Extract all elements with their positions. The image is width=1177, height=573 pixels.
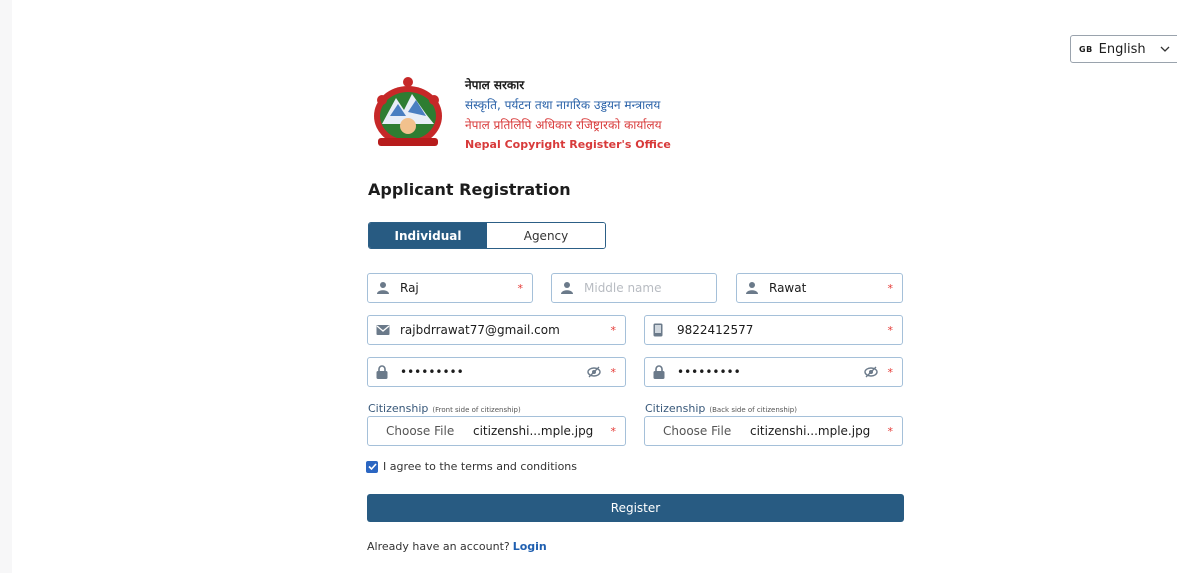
header-line-ministry: संस्कृति, पर्यटन तथा नागरिक उड्डयन मन्त्… xyxy=(465,98,661,112)
user-icon xyxy=(560,281,574,295)
header-line-government: नेपाल सरकार xyxy=(465,78,525,92)
applicant-type-tabs: Individual Agency xyxy=(368,222,606,249)
citizenship-back-label: Citizenship (Back side of citizenship) xyxy=(645,402,797,415)
check-icon xyxy=(367,463,377,471)
tab-individual[interactable]: Individual xyxy=(369,223,487,248)
login-prompt-text: Already have an account? xyxy=(367,540,510,553)
email-field[interactable]: rajbdrrawat77@gmail.com * xyxy=(367,315,626,345)
language-label: English xyxy=(1098,41,1146,57)
required-marker: * xyxy=(887,323,894,337)
required-marker: * xyxy=(887,365,894,379)
middle-name-field[interactable]: Middle name xyxy=(551,273,717,303)
phone-icon xyxy=(653,323,667,337)
selected-file-name: citizenshi...mple.jpg xyxy=(473,424,594,438)
terms-checkbox[interactable] xyxy=(366,460,378,473)
nepal-emblem-logo xyxy=(374,77,442,146)
login-prompt: Already have an account? Login xyxy=(367,540,547,553)
citizenship-back-file-input[interactable]: Choose File citizenshi...mple.jpg * xyxy=(644,416,903,446)
required-marker: * xyxy=(887,424,894,438)
terms-agreement[interactable]: I agree to the terms and conditions xyxy=(366,460,577,473)
header-line-office-nepali: नेपाल प्रतिलिपि अधिकार रजिष्ट्रारको कार्… xyxy=(465,118,662,132)
login-link[interactable]: Login xyxy=(513,540,547,553)
register-button[interactable]: Register xyxy=(367,494,904,522)
citizenship-back-label-text: Citizenship xyxy=(645,402,706,415)
choose-file-button[interactable]: Choose File xyxy=(645,424,750,438)
required-marker: * xyxy=(610,365,617,379)
user-icon xyxy=(376,281,390,295)
confirm-password-value: ••••••••• xyxy=(677,365,741,379)
citizenship-front-sublabel: (Front side of citizenship) xyxy=(432,406,521,414)
chevron-down-icon xyxy=(1160,46,1170,52)
required-marker: * xyxy=(887,281,894,295)
email-value: rajbdrrawat77@gmail.com xyxy=(400,323,560,337)
language-selector[interactable]: GB English xyxy=(1070,35,1177,63)
eye-slash-icon[interactable] xyxy=(586,365,601,379)
lock-icon xyxy=(376,365,390,379)
citizenship-back-sublabel: (Back side of citizenship) xyxy=(709,406,797,414)
eye-slash-icon[interactable] xyxy=(863,365,878,379)
last-name-field[interactable]: Rawat * xyxy=(736,273,903,303)
middle-name-placeholder: Middle name xyxy=(584,281,662,295)
password-value: ••••••••• xyxy=(400,365,464,379)
choose-file-button[interactable]: Choose File xyxy=(368,424,473,438)
lock-icon xyxy=(653,365,667,379)
phone-field[interactable]: 9822412577 * xyxy=(644,315,903,345)
tab-agency[interactable]: Agency xyxy=(487,223,605,248)
flag-icon: GB xyxy=(1079,44,1093,54)
terms-label: I agree to the terms and conditions xyxy=(383,460,577,473)
citizenship-front-label-text: Citizenship xyxy=(368,402,429,415)
selected-file-name: citizenshi...mple.jpg xyxy=(750,424,871,438)
required-marker: * xyxy=(610,424,617,438)
citizenship-front-file-input[interactable]: Choose File citizenshi...mple.jpg * xyxy=(367,416,626,446)
mail-icon xyxy=(376,323,390,337)
page-title: Applicant Registration xyxy=(368,180,571,199)
first-name-field[interactable]: Raj * xyxy=(367,273,533,303)
header-line-office-english: Nepal Copyright Register's Office xyxy=(465,138,671,151)
required-marker: * xyxy=(517,281,524,295)
user-icon xyxy=(745,281,759,295)
password-field[interactable]: ••••••••• * xyxy=(367,357,626,387)
citizenship-front-label: Citizenship (Front side of citizenship) xyxy=(368,402,521,415)
last-name-value: Rawat xyxy=(769,281,807,295)
first-name-value: Raj xyxy=(400,281,419,295)
office-header: नेपाल सरकार संस्कृति, पर्यटन तथा नागरिक … xyxy=(465,75,671,155)
phone-value: 9822412577 xyxy=(677,323,754,337)
confirm-password-field[interactable]: ••••••••• * xyxy=(644,357,903,387)
required-marker: * xyxy=(610,323,617,337)
